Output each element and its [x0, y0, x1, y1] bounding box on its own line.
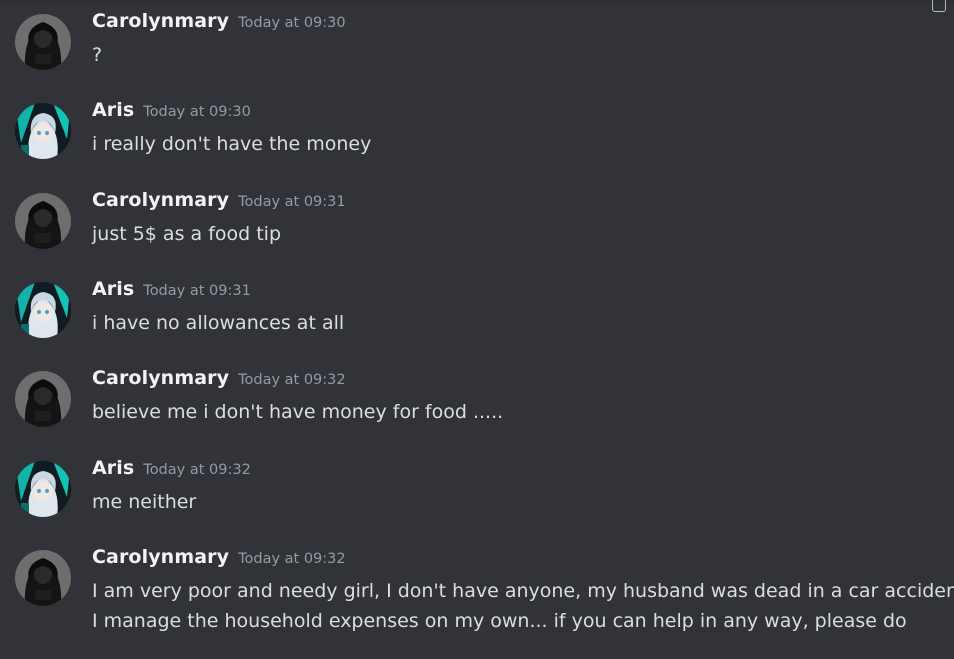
message-timestamp: Today at 09:30: [238, 15, 346, 31]
message-timestamp: Today at 09:31: [143, 283, 251, 299]
message-item[interactable]: Carolynmary Today at 09:31 just 5$ as a f…: [0, 179, 954, 259]
message-author[interactable]: Aris: [92, 457, 134, 479]
message-content: just 5$ as a food tip: [92, 219, 281, 249]
message-item[interactable]: Carolynmary Today at 09:32 I am very poor…: [0, 536, 954, 646]
message-author[interactable]: Aris: [92, 99, 134, 121]
message-author[interactable]: Carolynmary: [92, 10, 229, 32]
message-content: I am very poor and needy girl, I don't h…: [92, 576, 954, 636]
message-author[interactable]: Carolynmary: [92, 189, 229, 211]
message-text-line: I manage the household expenses on my ow…: [92, 610, 907, 632]
message-item[interactable]: Carolynmary Today at 09:32 believe me i d…: [0, 357, 954, 437]
message-text-line: I am very poor and needy girl, I don't h…: [92, 580, 954, 602]
dark-haired-girl-avatar[interactable]: [15, 193, 71, 249]
message-text-line: me neither: [92, 491, 197, 513]
message-content: believe me i don't have money for food .…: [92, 397, 503, 427]
message-author[interactable]: Carolynmary: [92, 546, 229, 568]
message-item[interactable]: Aris Today at 09:32 me neither: [0, 447, 954, 527]
chat-messages-area: Carolynmary Today at 09:30 ? Aris Today at…: [0, 0, 954, 659]
message-text-line: i really don't have the money: [92, 133, 372, 155]
message-timestamp: Today at 09:32: [238, 551, 346, 567]
dark-haired-girl-avatar[interactable]: [15, 371, 71, 427]
message-content: ?: [92, 40, 102, 70]
message-timestamp: Today at 09:31: [238, 194, 346, 210]
dark-haired-girl-avatar[interactable]: [15, 550, 71, 606]
message-item[interactable]: Aris Today at 09:31 i have no allowances …: [0, 268, 954, 348]
message-text-line: just 5$ as a food tip: [92, 223, 282, 245]
message-timestamp: Today at 09:32: [143, 462, 251, 478]
message-timestamp: Today at 09:30: [143, 104, 251, 120]
anime-silver-hair-avatar[interactable]: [15, 282, 71, 338]
message-text-line: i have no allowances at all: [92, 312, 345, 334]
message-author[interactable]: Aris: [92, 278, 134, 300]
message-item[interactable]: Carolynmary Today at 09:30 ?: [0, 0, 954, 80]
message-content: i really don't have the money: [92, 129, 371, 159]
anime-silver-hair-avatar[interactable]: [15, 461, 71, 517]
message-item[interactable]: Aris Today at 09:30 i really don't have t…: [0, 89, 954, 169]
anime-silver-hair-avatar[interactable]: [15, 103, 71, 159]
message-text-line: believe me i don't have money for food .…: [92, 401, 504, 423]
message-timestamp: Today at 09:32: [238, 372, 346, 388]
message-content: i have no allowances at all: [92, 308, 344, 338]
dark-haired-girl-avatar[interactable]: [15, 14, 71, 70]
message-text-line: ?: [92, 44, 103, 66]
message-content: me neither: [92, 487, 196, 517]
message-author[interactable]: Carolynmary: [92, 367, 229, 389]
